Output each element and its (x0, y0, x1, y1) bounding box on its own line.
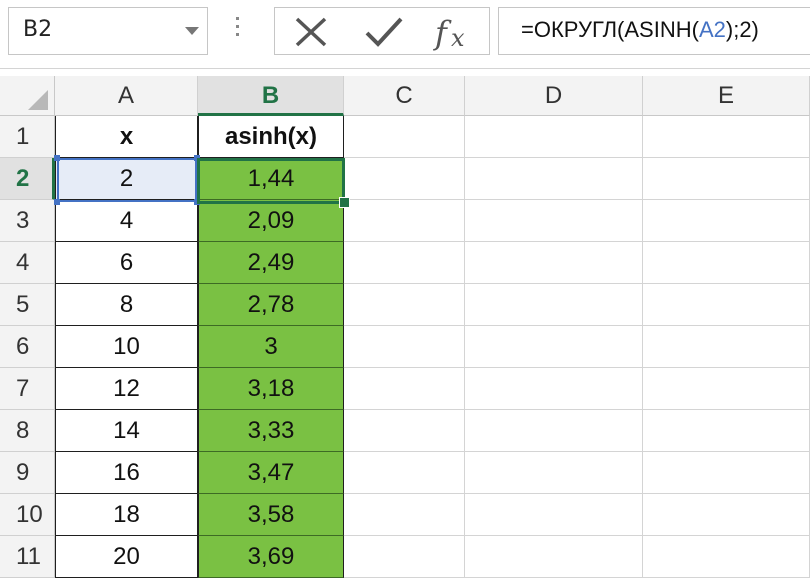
cell-a2[interactable]: 2 (55, 158, 198, 200)
checkmark-icon (365, 17, 403, 47)
chevron-down-icon[interactable] (185, 27, 199, 35)
cancel-button[interactable] (281, 8, 341, 54)
cell-e10[interactable] (643, 494, 810, 536)
cell-b10[interactable]: 3,58 (198, 494, 344, 536)
cell-c10[interactable] (344, 494, 465, 536)
cell-a6[interactable]: 10 (55, 326, 198, 368)
cell-a8[interactable]: 14 (55, 410, 198, 452)
row-header-1[interactable]: 1 (0, 116, 55, 158)
cell-e8[interactable] (643, 410, 810, 452)
cell-c8[interactable] (344, 410, 465, 452)
cell-b1[interactable]: asinh(x) (198, 116, 344, 158)
svg-text:f: f (433, 14, 452, 52)
cell-d10[interactable] (465, 494, 643, 536)
fx-icon: f x (433, 14, 465, 52)
cell-c2[interactable] (344, 158, 465, 200)
cell-a4[interactable]: 6 (55, 242, 198, 284)
cell-d8[interactable] (465, 410, 643, 452)
formula-text: =ОКРУГЛ(ASINH(A2);2) (521, 17, 759, 42)
insert-function-button[interactable]: f x (423, 8, 483, 54)
select-all-button[interactable] (0, 76, 55, 116)
cell-c11[interactable] (344, 536, 465, 578)
cell-d2[interactable] (465, 158, 643, 200)
column-header-d[interactable]: D (465, 76, 643, 116)
cell-e6[interactable] (643, 326, 810, 368)
cell-d6[interactable] (465, 326, 643, 368)
row-header-7[interactable]: 7 (0, 368, 55, 410)
cell-a9[interactable]: 16 (55, 452, 198, 494)
row-header-5[interactable]: 5 (0, 284, 55, 326)
cell-d9[interactable] (465, 452, 643, 494)
column-header-b[interactable]: B (198, 76, 344, 116)
column-header-c[interactable]: C (344, 76, 465, 116)
cell-e1[interactable] (643, 116, 810, 158)
cell-b11[interactable]: 3,69 (198, 536, 344, 578)
cell-a5[interactable]: 8 (55, 284, 198, 326)
cancel-icon (295, 17, 327, 47)
cell-b7[interactable]: 3,18 (198, 368, 344, 410)
cell-d5[interactable] (465, 284, 643, 326)
cell-a1[interactable]: x (55, 116, 198, 158)
cell-b3[interactable]: 2,09 (198, 200, 344, 242)
ref-handle (194, 199, 200, 205)
cell-d3[interactable] (465, 200, 643, 242)
cell-e11[interactable] (643, 536, 810, 578)
cell-d1[interactable] (465, 116, 643, 158)
column-header-e[interactable]: E (643, 76, 810, 116)
formula-buttons: f x (274, 7, 490, 55)
row-header-3[interactable]: 3 (0, 200, 55, 242)
cell-e5[interactable] (643, 284, 810, 326)
ref-handle (54, 199, 60, 205)
row-header-2[interactable]: 2 (0, 158, 55, 200)
cell-a11[interactable]: 20 (55, 536, 198, 578)
row-header-9[interactable]: 9 (0, 452, 55, 494)
cell-a3[interactable]: 4 (55, 200, 198, 242)
cell-b5[interactable]: 2,78 (198, 284, 344, 326)
cell-b9[interactable]: 3,47 (198, 452, 344, 494)
cell-e9[interactable] (643, 452, 810, 494)
cell-c7[interactable] (344, 368, 465, 410)
cell-e3[interactable] (643, 200, 810, 242)
name-box[interactable]: B2 (8, 7, 208, 55)
cell-e4[interactable] (643, 242, 810, 284)
cell-a10[interactable]: 18 (55, 494, 198, 536)
cell-c3[interactable] (344, 200, 465, 242)
ref-handle (194, 155, 200, 161)
row-header-6[interactable]: 6 (0, 326, 55, 368)
row-header-8[interactable]: 8 (0, 410, 55, 452)
cell-c4[interactable] (344, 242, 465, 284)
svg-text:x: x (451, 24, 465, 52)
cell-c1[interactable] (344, 116, 465, 158)
cell-c5[interactable] (344, 284, 465, 326)
row-header-10[interactable]: 10 (0, 494, 55, 536)
column-header-a[interactable]: A (55, 76, 198, 116)
enter-button[interactable] (353, 8, 413, 54)
ref-handle (54, 155, 60, 161)
cell-c9[interactable] (344, 452, 465, 494)
cell-e2[interactable] (643, 158, 810, 200)
cell-e7[interactable] (643, 368, 810, 410)
cell-d11[interactable] (465, 536, 643, 578)
cell-a7[interactable]: 12 (55, 368, 198, 410)
formula-ref-a2: A2 (698, 17, 726, 42)
cell-c6[interactable] (344, 326, 465, 368)
cell-b4[interactable]: 2,49 (198, 242, 344, 284)
row-header-4[interactable]: 4 (0, 242, 55, 284)
cell-b6[interactable]: 3 (198, 326, 344, 368)
cell-b8[interactable]: 3,33 (198, 410, 344, 452)
more-options-icon[interactable] (236, 17, 240, 43)
worksheet-grid: ABCDE 1 x asinh(x) 2 2 1,44 3 4 2,09 4 6 2,49 5 8 2,78… (0, 76, 810, 584)
name-box-value: B2 (23, 17, 53, 42)
row-header-11[interactable]: 11 (0, 536, 55, 578)
formula-bar: B2 f x =ОКРУГЛ(ASINH(A2);2) (0, 0, 810, 69)
formula-input[interactable]: =ОКРУГЛ(ASINH(A2);2) (498, 7, 810, 55)
cell-b2[interactable]: 1,44 (198, 158, 344, 200)
cell-d4[interactable] (465, 242, 643, 284)
cell-d7[interactable] (465, 368, 643, 410)
fill-handle[interactable] (339, 197, 350, 208)
